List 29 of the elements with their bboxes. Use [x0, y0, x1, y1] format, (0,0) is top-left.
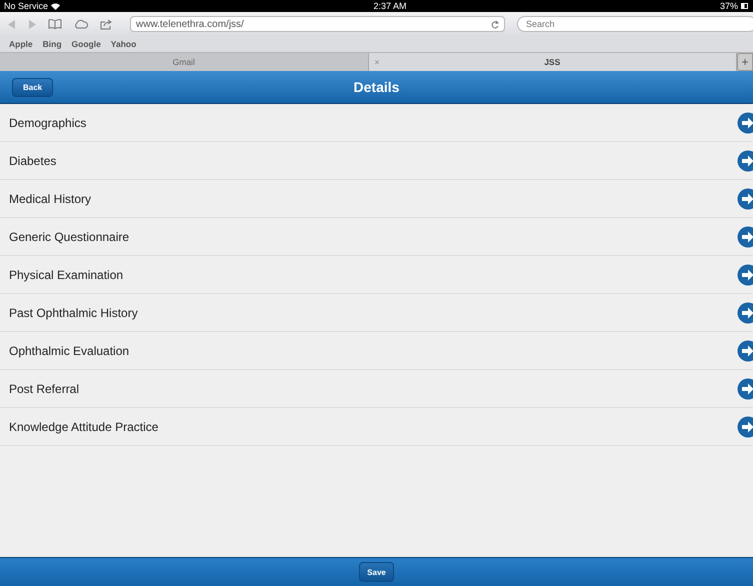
menu-item[interactable]: Knowledge Attitude Practice — [0, 408, 753, 446]
battery-label: 37% — [720, 1, 738, 11]
menu-item[interactable]: Post Referral — [0, 370, 753, 408]
bookmark-link[interactable]: Bing — [42, 39, 62, 49]
page-title: Details — [354, 79, 400, 95]
wifi-icon — [51, 2, 60, 10]
search-field[interactable]: Search — [517, 16, 753, 32]
menu-item[interactable]: Ophthalmic Evaluation — [0, 332, 753, 370]
url-field[interactable]: www.telenethra.com/jss/ — [130, 16, 505, 32]
bookmark-link[interactable]: Yahoo — [110, 39, 136, 49]
cloud-icon[interactable] — [74, 19, 88, 29]
book-icon[interactable] — [48, 19, 62, 29]
menu-item[interactable]: Past Ophthalmic History — [0, 294, 753, 332]
carrier-label: No Service — [4, 1, 48, 11]
bookmark-link[interactable]: Apple — [9, 39, 33, 49]
menu-item[interactable]: Generic Questionnaire — [0, 218, 753, 256]
new-tab-button[interactable]: + — [737, 53, 753, 71]
browser-tab[interactable]: × JSS — [368, 53, 737, 71]
bookmark-link[interactable]: Google — [72, 39, 101, 49]
menu-item[interactable]: Diabetes — [0, 142, 753, 180]
menu-item[interactable]: Physical Examination — [0, 256, 753, 294]
menu-item[interactable]: Demographics — [0, 104, 753, 142]
share-icon[interactable] — [100, 18, 112, 30]
save-button[interactable]: Save — [359, 562, 394, 582]
battery-icon — [741, 3, 749, 9]
time-label: 2:37 AM — [373, 1, 407, 11]
back-button[interactable]: Back — [12, 78, 54, 96]
reload-icon[interactable] — [491, 20, 499, 28]
menu-item[interactable]: Medical History — [0, 180, 753, 218]
